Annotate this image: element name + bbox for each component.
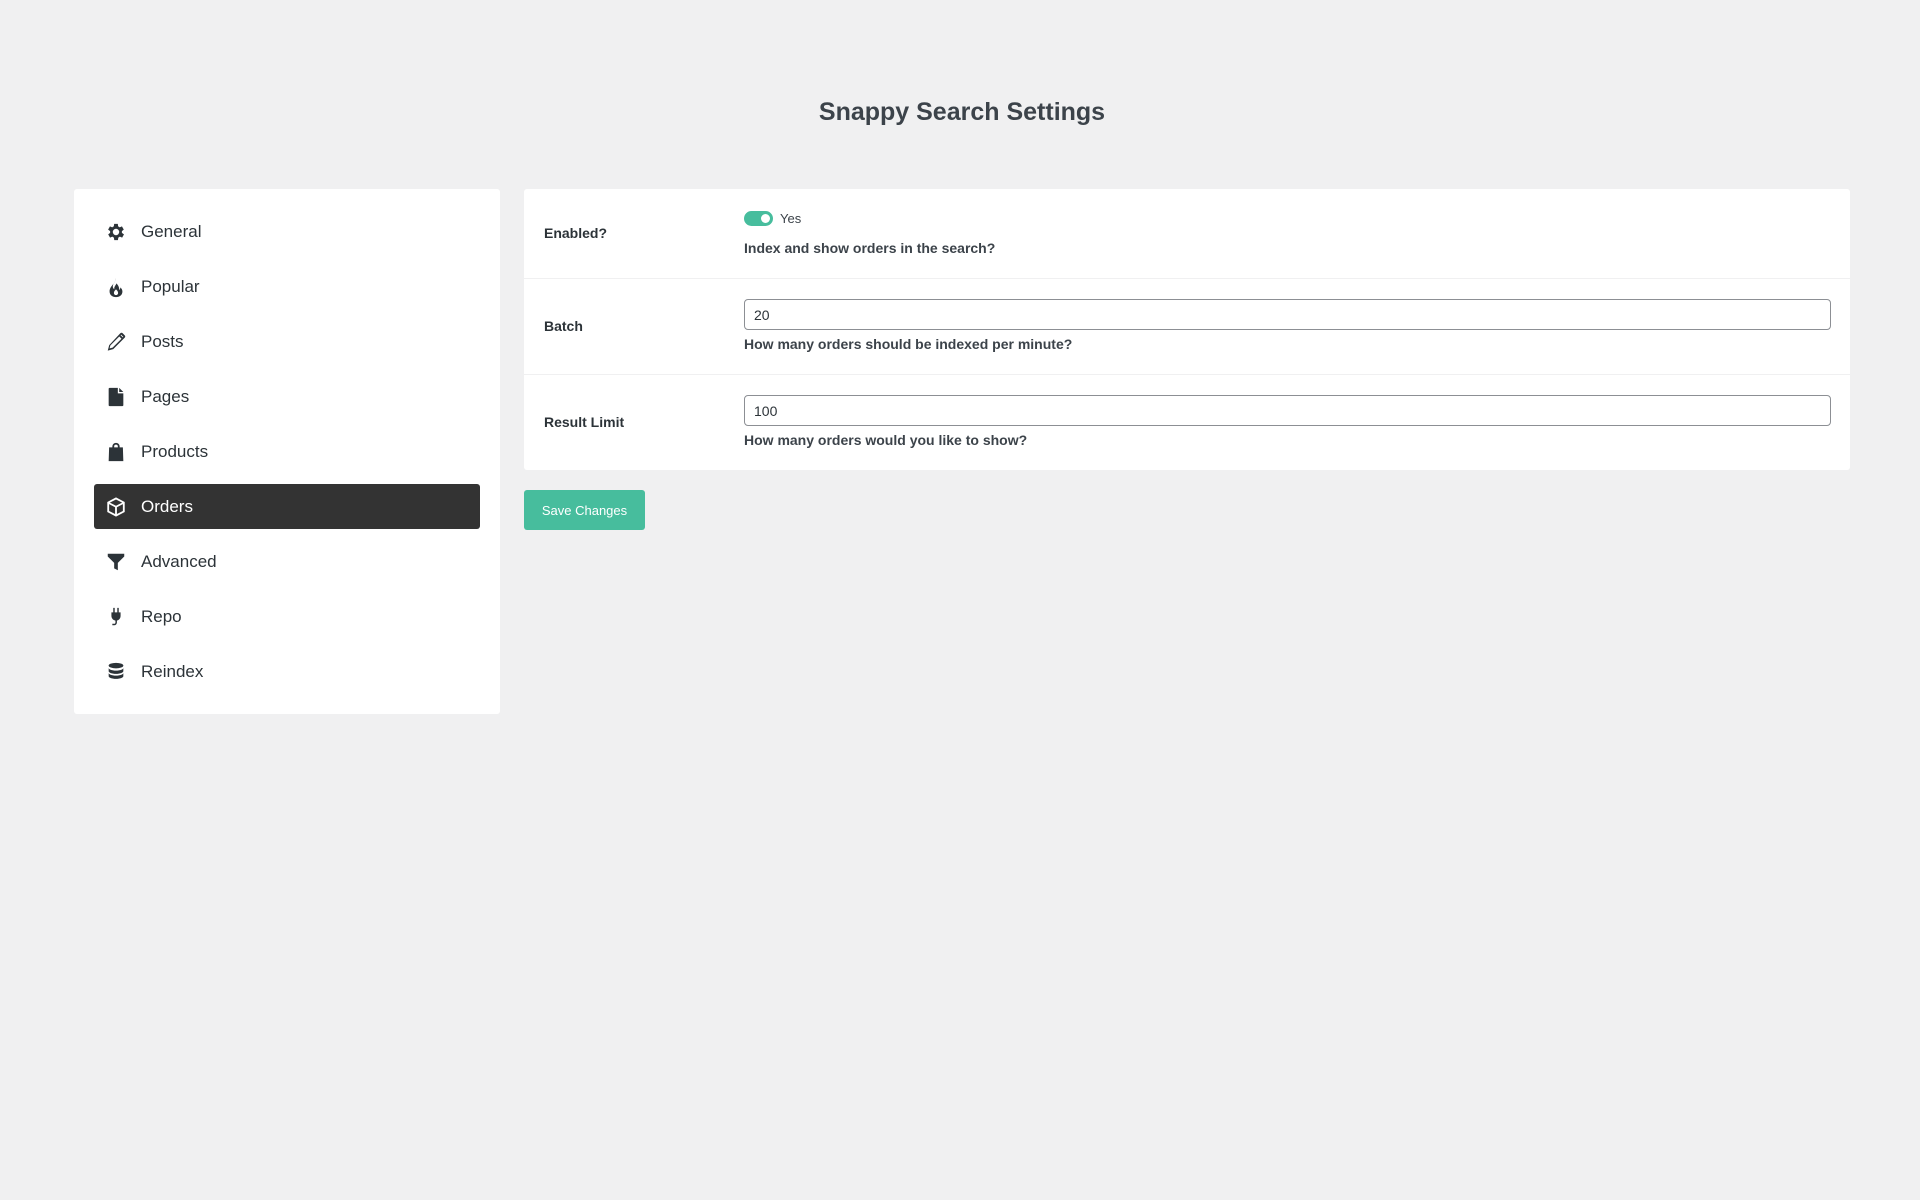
sidebar-item-reindex[interactable]: Reindex bbox=[94, 649, 480, 694]
sidebar-item-label: General bbox=[141, 221, 202, 241]
plug-icon bbox=[104, 605, 128, 629]
enabled-toggle-label: Yes bbox=[780, 211, 802, 226]
sidebar-item-repo[interactable]: Repo bbox=[94, 594, 480, 639]
sidebar-item-label: Orders bbox=[141, 496, 193, 516]
database-icon bbox=[104, 660, 128, 684]
shopping-bag-icon bbox=[104, 440, 128, 464]
sidebar-item-advanced[interactable]: Advanced bbox=[94, 539, 480, 584]
sidebar-item-products[interactable]: Products bbox=[94, 429, 480, 474]
enabled-toggle[interactable] bbox=[744, 211, 773, 226]
orders-settings-panel: Enabled? Yes Index and show orders in th… bbox=[524, 189, 1850, 470]
sidebar-item-label: Posts bbox=[141, 331, 184, 351]
setting-row-result-limit: Result Limit How many orders would you l… bbox=[524, 375, 1850, 470]
batch-label: Batch bbox=[544, 318, 583, 334]
gear-icon bbox=[104, 220, 128, 244]
sidebar-item-popular[interactable]: Popular bbox=[94, 264, 480, 309]
result-limit-label: Result Limit bbox=[544, 414, 625, 430]
sidebar-item-orders[interactable]: Orders bbox=[94, 484, 480, 529]
sidebar-item-label: Products bbox=[141, 441, 209, 461]
settings-sidebar: General Popular Posts Pages Products Ord… bbox=[74, 189, 500, 714]
sidebar-item-label: Advanced bbox=[141, 551, 217, 571]
batch-description: How many orders should be indexed per mi… bbox=[744, 336, 1073, 352]
save-changes-button[interactable]: Save Changes bbox=[524, 490, 645, 530]
page-title: Snappy Search Settings bbox=[818, 98, 1106, 126]
result-limit-description: How many orders would you like to show? bbox=[744, 432, 1028, 448]
pencil-icon bbox=[104, 330, 128, 354]
enabled-toggle-group: Yes bbox=[744, 211, 801, 226]
sidebar-item-pages[interactable]: Pages bbox=[94, 374, 480, 419]
enabled-description: Index and show orders in the search? bbox=[744, 240, 996, 256]
box-icon bbox=[104, 495, 128, 519]
sidebar-item-label: Reindex bbox=[141, 661, 204, 681]
setting-row-enabled: Enabled? Yes Index and show orders in th… bbox=[524, 189, 1850, 279]
sidebar-item-label: Popular bbox=[141, 276, 200, 296]
document-icon bbox=[104, 385, 128, 409]
enabled-label: Enabled? bbox=[544, 225, 608, 241]
setting-row-batch: Batch How many orders should be indexed … bbox=[524, 279, 1850, 375]
batch-input[interactable] bbox=[744, 299, 1831, 330]
sidebar-item-label: Pages bbox=[141, 386, 190, 406]
sidebar-item-posts[interactable]: Posts bbox=[94, 319, 480, 364]
fire-icon bbox=[104, 275, 128, 299]
result-limit-input[interactable] bbox=[744, 395, 1831, 426]
filter-icon bbox=[104, 550, 128, 574]
sidebar-item-label: Repo bbox=[141, 606, 182, 626]
sidebar-item-general[interactable]: General bbox=[94, 209, 480, 254]
